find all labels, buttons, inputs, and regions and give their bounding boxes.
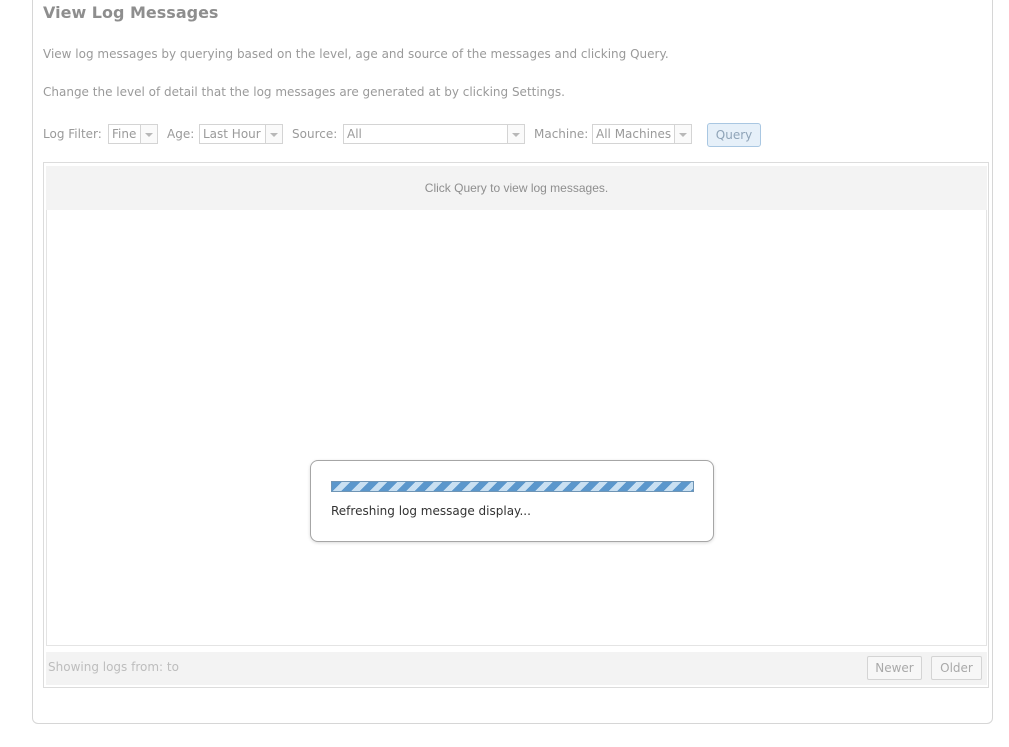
machine-value: All Machines xyxy=(596,127,672,141)
progress-text: Refreshing log message display... xyxy=(331,504,531,518)
showing-logs-text: Showing logs from: to xyxy=(48,660,179,674)
empty-log-message: Click Query to view log messages. xyxy=(46,166,987,210)
source-label: Source: xyxy=(292,127,338,141)
source-select[interactable]: All xyxy=(343,124,525,144)
age-label: Age: xyxy=(167,127,195,141)
query-button[interactable]: Query xyxy=(707,123,761,147)
machine-select[interactable]: All Machines xyxy=(592,124,692,144)
older-button[interactable]: Older xyxy=(931,656,982,680)
chevron-down-icon[interactable] xyxy=(674,125,691,143)
log-messages-area[interactable] xyxy=(46,166,987,646)
age-value: Last Hour xyxy=(203,127,261,141)
log-footer xyxy=(46,652,987,685)
source-value: All xyxy=(347,127,362,141)
description-settings: Change the level of detail that the log … xyxy=(43,85,565,99)
chevron-down-icon[interactable] xyxy=(507,125,524,143)
progress-bar xyxy=(331,481,694,492)
log-filter-value: Fine xyxy=(112,127,137,141)
page-title: View Log Messages xyxy=(43,3,219,22)
description-query: View log messages by querying based on t… xyxy=(43,47,669,61)
chevron-down-icon[interactable] xyxy=(140,125,157,143)
chevron-down-icon[interactable] xyxy=(265,125,282,143)
progress-dialog: Refreshing log message display... xyxy=(310,460,714,542)
log-filter-select[interactable]: Fine xyxy=(108,124,158,144)
log-filter-label: Log Filter: xyxy=(43,127,102,141)
age-select[interactable]: Last Hour xyxy=(199,124,283,144)
machine-label: Machine: xyxy=(534,127,589,141)
newer-button[interactable]: Newer xyxy=(867,656,922,680)
